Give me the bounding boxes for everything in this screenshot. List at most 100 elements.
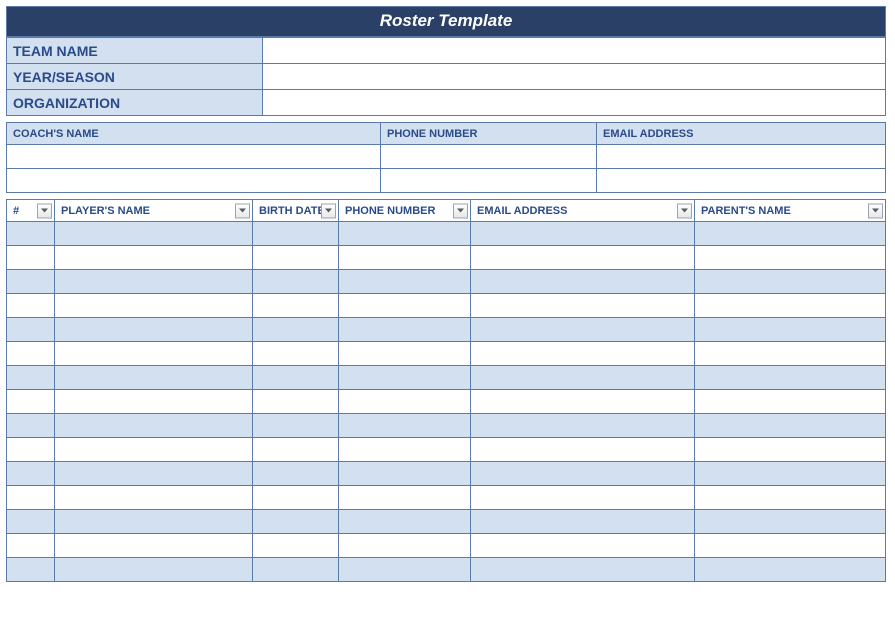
player-header-parent[interactable]: PARENT'S NAME <box>695 200 886 222</box>
player-cell-email[interactable] <box>471 462 695 486</box>
player-cell-email[interactable] <box>471 558 695 582</box>
coach-cell-email[interactable] <box>597 169 886 193</box>
coach-cell-name[interactable] <box>7 169 381 193</box>
player-cell-phone[interactable] <box>339 222 471 246</box>
player-cell-parent[interactable] <box>695 462 886 486</box>
player-cell-num[interactable] <box>7 462 55 486</box>
player-cell-birth[interactable] <box>253 342 339 366</box>
player-cell-birth[interactable] <box>253 558 339 582</box>
player-cell-birth[interactable] <box>253 222 339 246</box>
filter-dropdown-icon[interactable] <box>453 203 468 218</box>
player-cell-num[interactable] <box>7 246 55 270</box>
player-cell-birth[interactable] <box>253 462 339 486</box>
player-cell-parent[interactable] <box>695 342 886 366</box>
player-cell-birth[interactable] <box>253 318 339 342</box>
player-cell-num[interactable] <box>7 366 55 390</box>
team-name-input[interactable] <box>263 38 886 64</box>
player-cell-name[interactable] <box>55 294 253 318</box>
player-cell-num[interactable] <box>7 558 55 582</box>
player-cell-name[interactable] <box>55 318 253 342</box>
player-cell-email[interactable] <box>471 390 695 414</box>
player-cell-birth[interactable] <box>253 414 339 438</box>
player-cell-phone[interactable] <box>339 318 471 342</box>
player-cell-birth[interactable] <box>253 366 339 390</box>
player-cell-name[interactable] <box>55 342 253 366</box>
player-cell-parent[interactable] <box>695 318 886 342</box>
filter-dropdown-icon[interactable] <box>37 203 52 218</box>
player-cell-parent[interactable] <box>695 294 886 318</box>
player-cell-num[interactable] <box>7 222 55 246</box>
player-cell-phone[interactable] <box>339 270 471 294</box>
player-cell-email[interactable] <box>471 294 695 318</box>
player-cell-birth[interactable] <box>253 534 339 558</box>
player-cell-parent[interactable] <box>695 390 886 414</box>
player-cell-parent[interactable] <box>695 534 886 558</box>
player-cell-parent[interactable] <box>695 270 886 294</box>
player-cell-birth[interactable] <box>253 270 339 294</box>
player-cell-birth[interactable] <box>253 486 339 510</box>
filter-dropdown-icon[interactable] <box>235 203 250 218</box>
player-header-phone[interactable]: PHONE NUMBER <box>339 200 471 222</box>
player-cell-name[interactable] <box>55 510 253 534</box>
player-cell-num[interactable] <box>7 318 55 342</box>
player-cell-name[interactable] <box>55 414 253 438</box>
player-cell-parent[interactable] <box>695 366 886 390</box>
player-cell-birth[interactable] <box>253 438 339 462</box>
player-cell-phone[interactable] <box>339 390 471 414</box>
coach-cell-phone[interactable] <box>381 145 597 169</box>
player-cell-parent[interactable] <box>695 438 886 462</box>
player-cell-name[interactable] <box>55 390 253 414</box>
player-cell-phone[interactable] <box>339 558 471 582</box>
player-cell-email[interactable] <box>471 318 695 342</box>
player-cell-email[interactable] <box>471 222 695 246</box>
player-cell-phone[interactable] <box>339 462 471 486</box>
player-cell-phone[interactable] <box>339 246 471 270</box>
player-cell-num[interactable] <box>7 390 55 414</box>
player-cell-num[interactable] <box>7 270 55 294</box>
player-cell-birth[interactable] <box>253 390 339 414</box>
player-cell-email[interactable] <box>471 366 695 390</box>
player-cell-name[interactable] <box>55 222 253 246</box>
player-cell-email[interactable] <box>471 414 695 438</box>
player-header-birth[interactable]: BIRTH DATE <box>253 200 339 222</box>
player-cell-name[interactable] <box>55 438 253 462</box>
player-cell-num[interactable] <box>7 534 55 558</box>
player-cell-phone[interactable] <box>339 414 471 438</box>
player-cell-parent[interactable] <box>695 510 886 534</box>
player-cell-num[interactable] <box>7 414 55 438</box>
player-cell-phone[interactable] <box>339 438 471 462</box>
player-cell-num[interactable] <box>7 486 55 510</box>
player-cell-birth[interactable] <box>253 510 339 534</box>
player-cell-phone[interactable] <box>339 510 471 534</box>
player-cell-parent[interactable] <box>695 222 886 246</box>
player-cell-phone[interactable] <box>339 534 471 558</box>
player-cell-parent[interactable] <box>695 558 886 582</box>
player-cell-parent[interactable] <box>695 246 886 270</box>
year-season-input[interactable] <box>263 64 886 90</box>
filter-dropdown-icon[interactable] <box>677 203 692 218</box>
player-cell-phone[interactable] <box>339 486 471 510</box>
player-cell-email[interactable] <box>471 438 695 462</box>
player-cell-phone[interactable] <box>339 294 471 318</box>
coach-cell-phone[interactable] <box>381 169 597 193</box>
player-cell-num[interactable] <box>7 342 55 366</box>
filter-dropdown-icon[interactable] <box>321 203 336 218</box>
player-cell-name[interactable] <box>55 534 253 558</box>
player-header-email[interactable]: EMAIL ADDRESS <box>471 200 695 222</box>
player-cell-name[interactable] <box>55 366 253 390</box>
organization-input[interactable] <box>263 90 886 116</box>
player-cell-email[interactable] <box>471 270 695 294</box>
player-cell-phone[interactable] <box>339 342 471 366</box>
player-cell-birth[interactable] <box>253 294 339 318</box>
player-cell-num[interactable] <box>7 438 55 462</box>
coach-cell-email[interactable] <box>597 145 886 169</box>
filter-dropdown-icon[interactable] <box>868 203 883 218</box>
player-cell-num[interactable] <box>7 294 55 318</box>
player-cell-phone[interactable] <box>339 366 471 390</box>
player-cell-name[interactable] <box>55 462 253 486</box>
player-cell-name[interactable] <box>55 486 253 510</box>
player-cell-email[interactable] <box>471 510 695 534</box>
player-cell-name[interactable] <box>55 270 253 294</box>
player-cell-parent[interactable] <box>695 414 886 438</box>
player-cell-email[interactable] <box>471 342 695 366</box>
